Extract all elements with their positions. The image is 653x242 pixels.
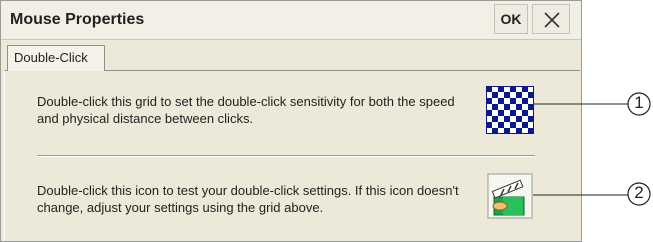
callout-2: 2 (634, 183, 644, 202)
callout-1: 1 (634, 93, 644, 112)
tab-double-click[interactable]: Double-Click (7, 45, 105, 71)
callout-lines (533, 92, 651, 206)
